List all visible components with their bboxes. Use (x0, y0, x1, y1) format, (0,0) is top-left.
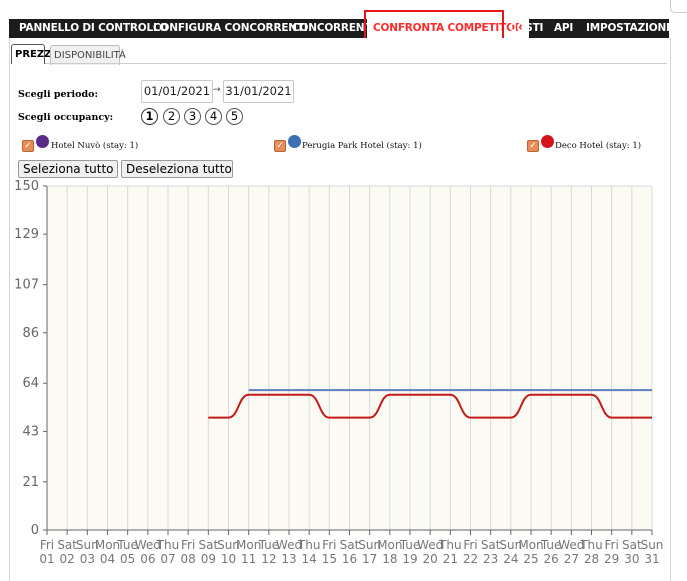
x-tick-date: 24 (503, 552, 518, 566)
x-tick-date: 18 (382, 552, 397, 566)
x-tick-day: Mon (377, 538, 402, 552)
y-tick-label: 43 (22, 424, 39, 439)
x-tick-date: 03 (80, 552, 95, 566)
x-tick-date: 04 (100, 552, 115, 566)
x-tick-date: 21 (443, 552, 458, 566)
x-tick-date: 01 (39, 552, 54, 566)
y-tick-label: 64 (22, 376, 39, 391)
x-tick-date: 28 (584, 552, 599, 566)
x-tick-day: Thu (156, 538, 180, 552)
y-tick-label: 86 (22, 326, 39, 341)
x-tick-date: 25 (523, 552, 538, 566)
x-tick-day: Sat (57, 538, 77, 552)
y-tick-label: 21 (22, 475, 39, 490)
x-tick-day: Fri (322, 538, 336, 552)
x-tick-day: Sat (622, 538, 642, 552)
x-tick-date: 22 (463, 552, 478, 566)
x-tick-date: 05 (120, 552, 135, 566)
x-tick-date: 16 (342, 552, 357, 566)
x-tick-day: Sat (340, 538, 360, 552)
x-tick-day: Thu (579, 538, 603, 552)
y-tick-label: 0 (31, 523, 39, 538)
x-tick-date: 13 (281, 552, 296, 566)
x-tick-day: Mon (518, 538, 543, 552)
x-tick-date: 09 (201, 552, 216, 566)
x-tick-date: 26 (544, 552, 559, 566)
x-tick-day: Thu (438, 538, 462, 552)
x-tick-date: 31 (644, 552, 659, 566)
x-tick-date: 30 (624, 552, 639, 566)
y-tick-label: 107 (14, 278, 39, 293)
x-tick-date: 17 (362, 552, 377, 566)
x-tick-day: Thu (297, 538, 321, 552)
x-tick-date: 11 (241, 552, 256, 566)
x-tick-day: Sat (481, 538, 501, 552)
y-tick-label: 129 (14, 227, 39, 242)
x-tick-day: Fri (463, 538, 477, 552)
x-tick-date: 19 (402, 552, 417, 566)
x-tick-day: Fri (605, 538, 619, 552)
x-tick-date: 02 (60, 552, 75, 566)
x-tick-day: Mon (95, 538, 120, 552)
x-tick-date: 20 (423, 552, 438, 566)
x-tick-date: 06 (140, 552, 155, 566)
x-tick-date: 08 (181, 552, 196, 566)
x-tick-day: Fri (40, 538, 54, 552)
x-tick-date: 29 (604, 552, 619, 566)
x-tick-day: Sat (198, 538, 218, 552)
y-tick-label: 150 (14, 179, 39, 194)
x-tick-date: 23 (483, 552, 498, 566)
x-tick-day: Mon (236, 538, 261, 552)
x-tick-date: 14 (302, 552, 317, 566)
x-tick-day: Fri (181, 538, 195, 552)
x-tick-date: 07 (160, 552, 175, 566)
x-tick-date: 15 (322, 552, 337, 566)
x-tick-date: 27 (564, 552, 579, 566)
price-chart: 021436486107129150Fri01Sat02Sun03Mon04Tu… (14, 179, 664, 566)
x-tick-date: 10 (221, 552, 236, 566)
x-tick-date: 12 (261, 552, 276, 566)
x-tick-day: Sun (641, 538, 664, 552)
